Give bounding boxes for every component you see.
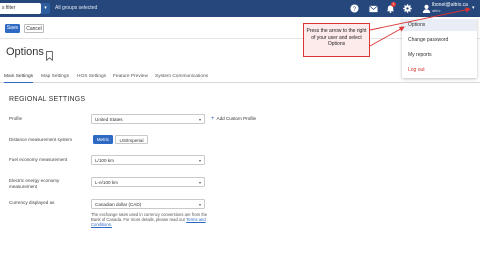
add-custom-profile-label: Add Custom Profile <box>216 116 257 121</box>
save-button[interactable]: Save <box>5 24 20 33</box>
user-info[interactable]: lbonet@altrix.ca altrix <box>432 2 468 14</box>
tab-main-settings[interactable]: Main Settings <box>4 71 34 83</box>
electric-economy-label: Electric energy economy measurement <box>9 178 60 189</box>
profile-select[interactable]: United States ▾ <box>91 114 205 124</box>
currency-select[interactable]: Canadian dollar (CAD) ▾ <box>91 199 205 209</box>
imperial-toggle[interactable]: US/Imperial <box>115 135 148 144</box>
fuel-economy-select[interactable]: L/100 km ▾ <box>91 155 205 165</box>
user-menu-arrow-icon[interactable]: ▾ <box>472 5 475 11</box>
chevron-down-icon: ▾ <box>198 180 201 185</box>
top-bar: s filter ▾ All groups selected ? 1 lbone… <box>0 0 480 17</box>
section-title: REGIONAL SETTINGS <box>9 96 86 103</box>
gear-icon[interactable] <box>403 4 412 13</box>
cancel-button[interactable]: Cancel <box>24 24 44 33</box>
page-title: Options <box>6 46 44 58</box>
user-org: altrix <box>432 8 441 13</box>
menu-item-log-out[interactable]: Log out <box>402 64 477 76</box>
metric-toggle[interactable]: Metric <box>93 135 113 144</box>
profile-select-value: United States <box>95 117 123 122</box>
menu-item-change-password[interactable]: Change password <box>402 34 477 46</box>
tab-system-communications[interactable]: System Communications <box>155 71 208 83</box>
currency-label: Currency displayed as <box>9 200 55 205</box>
chevron-down-icon: ▾ <box>198 158 201 163</box>
currency-value: Canadian dollar (CAD) <box>95 202 142 207</box>
tab-feature-preview[interactable]: Feature Preview <box>113 71 148 83</box>
currency-note: The exchange rates used in currency conv… <box>91 212 209 228</box>
groups-selected-text[interactable]: All groups selected <box>55 0 97 17</box>
fuel-economy-value: L/100 km <box>95 158 114 163</box>
menu-item-my-reports[interactable]: My reports <box>402 49 477 61</box>
add-custom-profile-button[interactable]: + Add Custom Profile <box>211 116 256 122</box>
help-icon[interactable]: ? <box>350 4 359 13</box>
menu-item-options[interactable]: Options <box>402 19 477 31</box>
electric-economy-select[interactable]: L-e/100 km ▾ <box>91 177 205 187</box>
notification-badge: 1 <box>391 2 396 7</box>
distance-label: Distance measurement system <box>9 137 73 142</box>
tab-hos-settings[interactable]: HOS Settings <box>77 71 106 83</box>
chevron-down-icon: ▾ <box>198 117 201 122</box>
electric-economy-value: L-e/100 km <box>95 180 118 185</box>
tab-map-settings[interactable]: Map Settings <box>41 71 69 83</box>
user-icon[interactable] <box>422 4 431 13</box>
bookmark-icon[interactable] <box>46 48 53 62</box>
group-filter-input[interactable]: s filter <box>0 3 41 14</box>
plus-icon: + <box>211 116 215 122</box>
mail-icon[interactable] <box>369 4 378 13</box>
chevron-down-icon: ▾ <box>198 202 201 207</box>
group-filter-dropdown-button[interactable]: ▾ <box>41 3 50 14</box>
profile-label: Profile <box>9 116 23 121</box>
fuel-economy-label: Fuel economy measurement <box>9 157 68 162</box>
user-dropdown-menu: Options Change password My reports Log o… <box>402 17 477 78</box>
instruction-callout: Press the arrow to the right of your use… <box>303 23 370 57</box>
